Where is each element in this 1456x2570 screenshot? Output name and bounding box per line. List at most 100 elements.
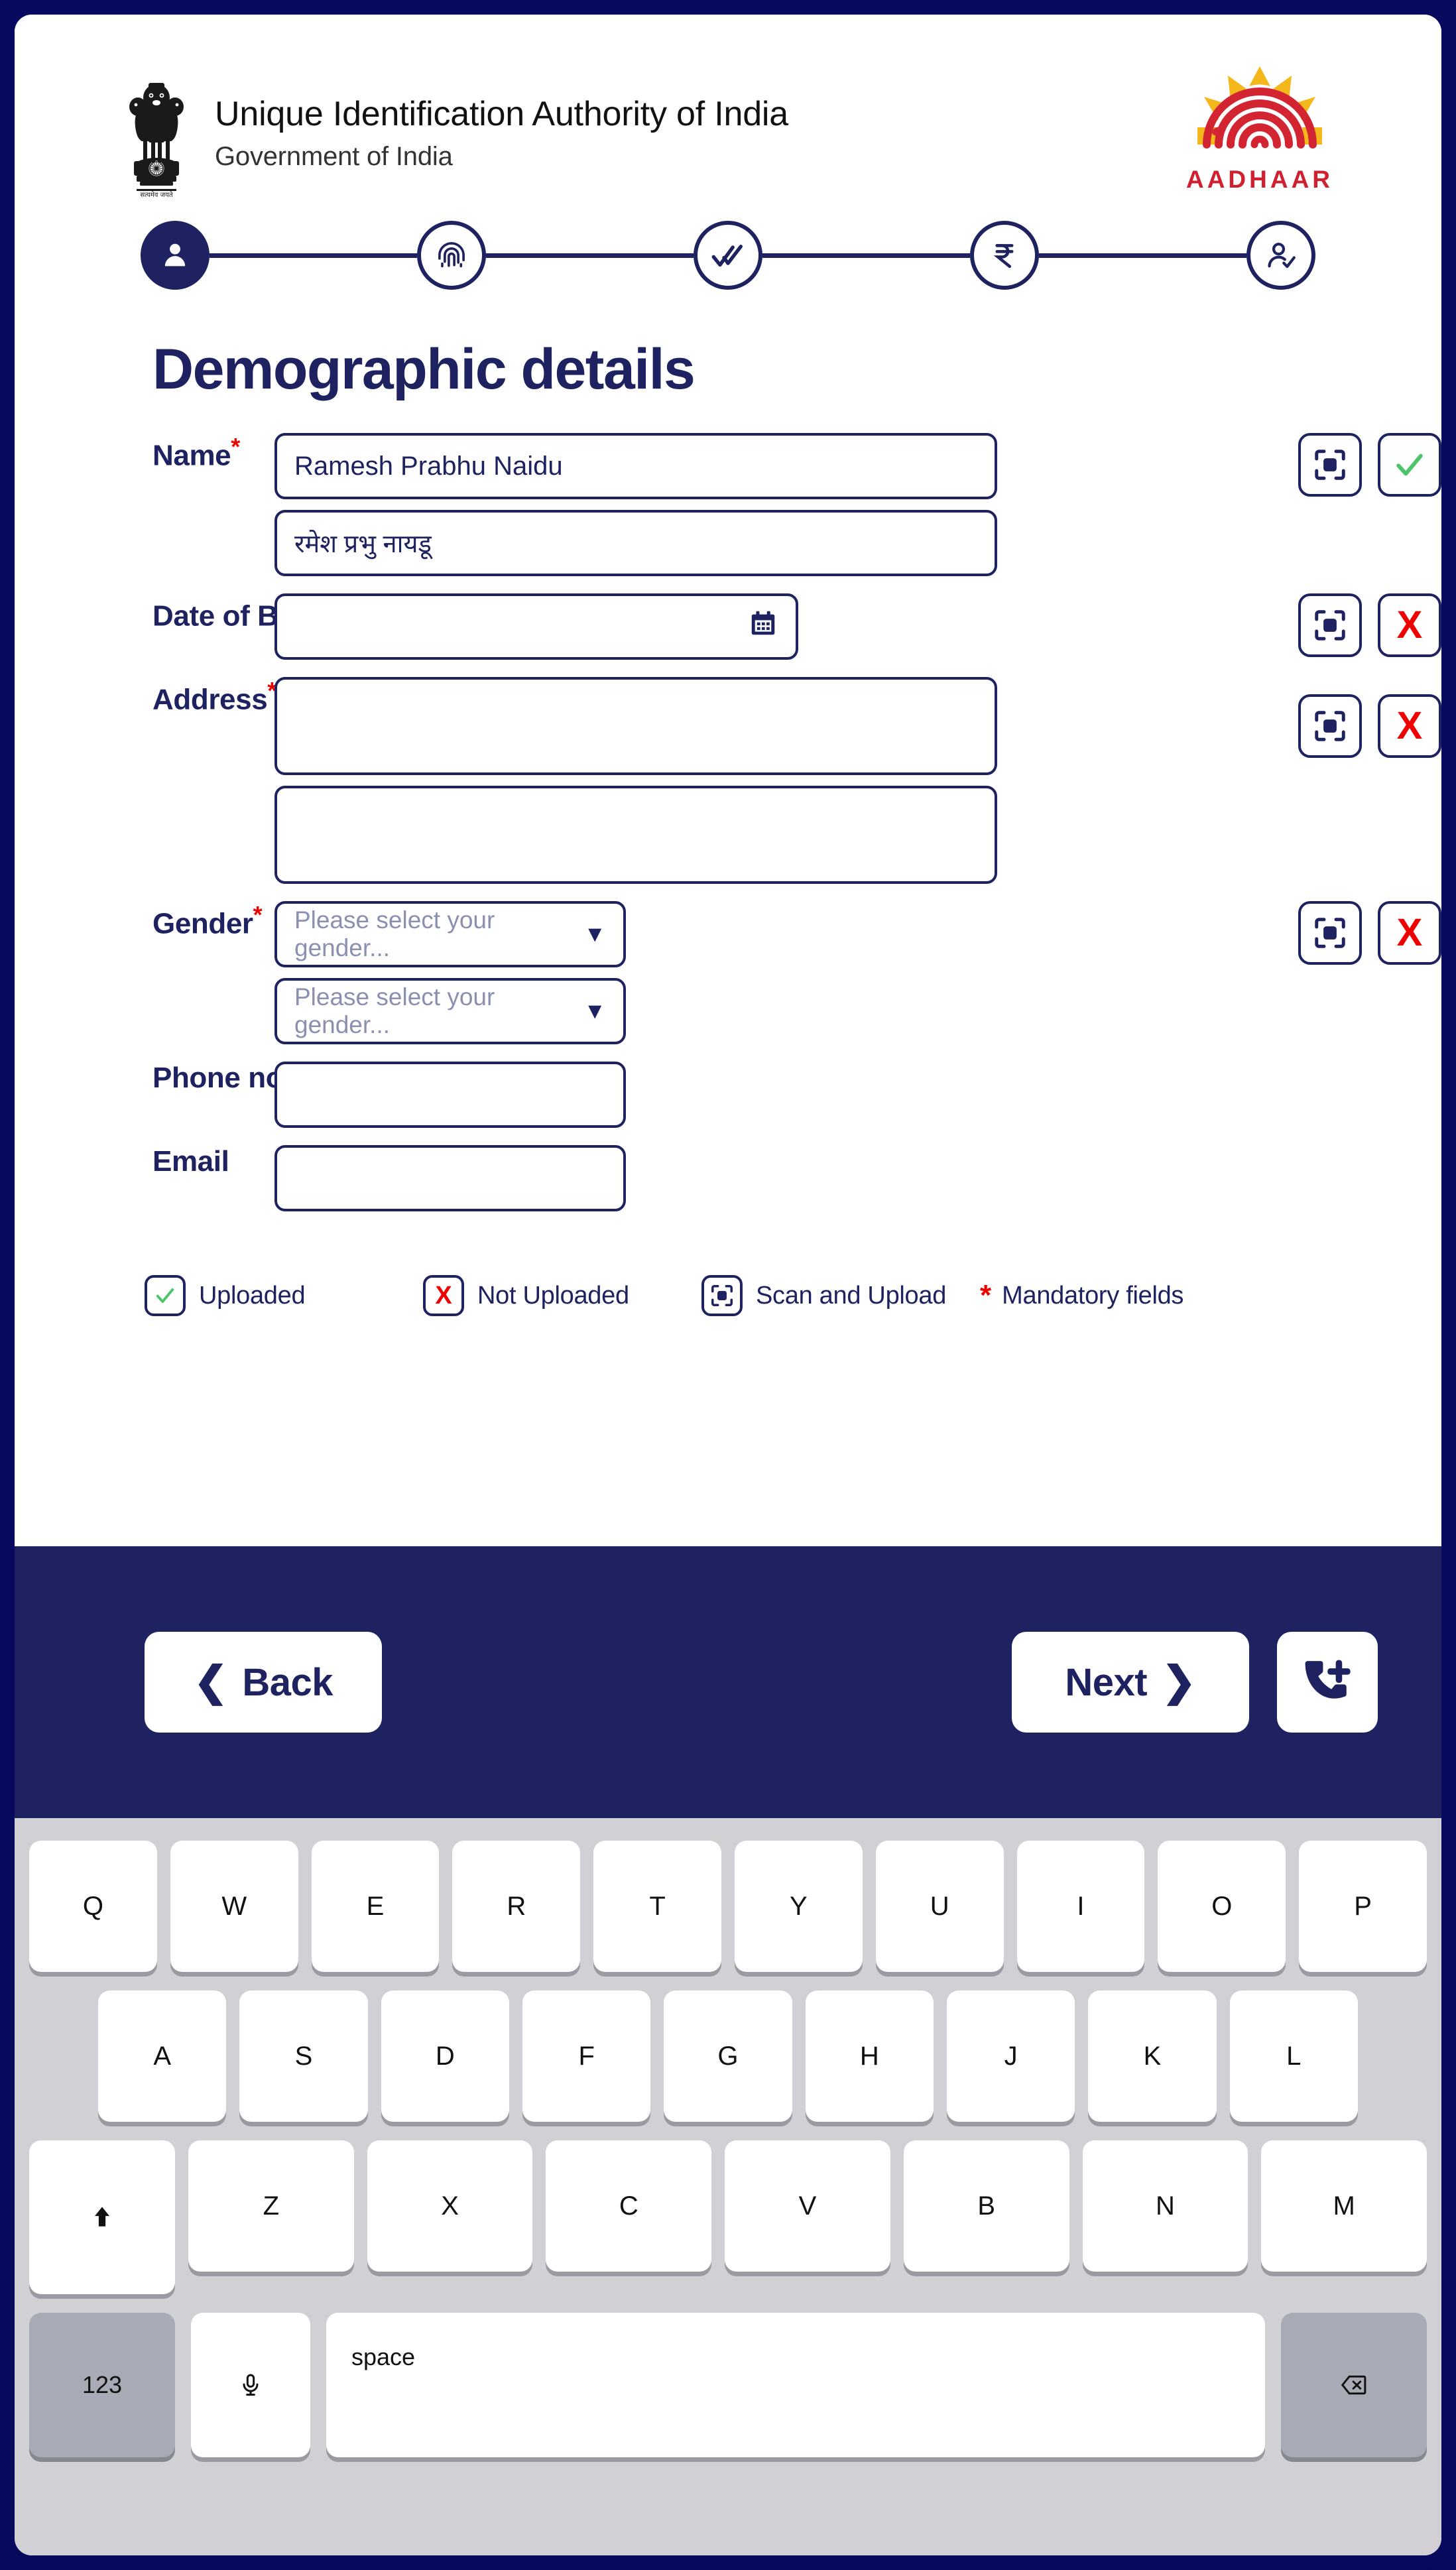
shift-up-icon — [94, 2207, 109, 2227]
address-input-line2[interactable] — [274, 786, 997, 884]
key-w[interactable]: W — [170, 1841, 298, 1972]
step-acknowledgement[interactable] — [1246, 221, 1315, 290]
stepper-connector — [1039, 253, 1246, 258]
device-frame: सत्यमेव जयते Unique Identification Autho… — [0, 0, 1456, 2570]
add-phone-button[interactable] — [1277, 1632, 1378, 1733]
step-demographic-details[interactable] — [141, 221, 210, 290]
email-input[interactable] — [274, 1145, 626, 1211]
key-e[interactable]: E — [311, 1841, 440, 1972]
dob-status-not-uploaded[interactable]: X — [1378, 593, 1441, 657]
calendar-icon[interactable] — [748, 608, 778, 645]
legend-scan-box — [701, 1275, 743, 1316]
rupee-icon — [993, 244, 1014, 269]
form-row-address: Address* X — [15, 677, 1441, 884]
keyboard-row-3: Z X C V B N M — [29, 2140, 1427, 2294]
name-scan-upload-button[interactable] — [1298, 433, 1362, 497]
dob-scan-upload-button[interactable] — [1298, 593, 1362, 657]
chevron-down-icon: ▼ — [583, 999, 606, 1024]
key-j[interactable]: J — [946, 1990, 1075, 2122]
key-i[interactable]: I — [1016, 1841, 1145, 1972]
key-t[interactable]: T — [593, 1841, 721, 1972]
name-status-uploaded[interactable] — [1378, 433, 1441, 497]
backspace-icon — [1341, 2375, 1366, 2395]
key-c[interactable]: C — [546, 2140, 712, 2272]
gender-scan-upload-button[interactable] — [1298, 901, 1362, 965]
legend-item-not-uploaded: X Not Uploaded — [423, 1275, 701, 1316]
app-screen: सत्यमेव जयते Unique Identification Autho… — [15, 15, 1441, 2555]
key-m[interactable]: M — [1261, 2140, 1427, 2272]
org-name-block: Unique Identification Authority of India… — [215, 95, 788, 171]
key-p[interactable]: P — [1299, 1841, 1427, 1972]
gender-status-not-uploaded[interactable]: X — [1378, 901, 1441, 965]
step-verification[interactable] — [694, 221, 762, 290]
key-x[interactable]: X — [367, 2140, 533, 2272]
key-d[interactable]: D — [381, 1990, 509, 2122]
address-scan-upload-button[interactable] — [1298, 694, 1362, 758]
key-z[interactable]: Z — [188, 2140, 354, 2272]
name-label: Name* — [15, 433, 274, 473]
next-button[interactable]: Next ❯ — [1012, 1632, 1249, 1733]
gender-select-primary[interactable]: Please select your gender... ▼ — [274, 901, 626, 967]
scan-and-upload-icon — [1315, 918, 1345, 948]
dob-action-buttons: X — [1298, 593, 1441, 657]
back-button[interactable]: ❮ Back — [145, 1632, 382, 1733]
legend-label-mandatory: Mandatory fields — [1002, 1281, 1184, 1310]
form-row-email: Email — [15, 1145, 1441, 1211]
key-a[interactable]: A — [98, 1990, 227, 2122]
chevron-down-icon: ▼ — [583, 922, 606, 947]
key-v[interactable]: V — [725, 2140, 890, 2272]
aadhaar-wordmark: AADHAAR — [1185, 166, 1334, 193]
stepper-connector — [210, 253, 417, 258]
name-input-latin[interactable]: Ramesh Prabhu Naidu — [274, 433, 997, 499]
key-numbers[interactable]: 123 — [29, 2313, 175, 2457]
page-title: Demographic details — [152, 337, 696, 401]
form-card: सत्यमेव जयते Unique Identification Autho… — [15, 15, 1441, 1546]
email-label-text: Email — [152, 1145, 229, 1178]
key-shift[interactable] — [29, 2140, 175, 2294]
key-k[interactable]: K — [1088, 1990, 1217, 2122]
name-input-devanagari[interactable]: रमेश प्रभु नायडू — [274, 510, 997, 576]
form-row-gender: Gender* Please select your gender... ▼ P… — [15, 901, 1441, 1044]
key-n[interactable]: N — [1082, 2140, 1248, 2272]
keyboard-row-1: Q W E R T Y U I O P — [29, 1841, 1427, 1972]
demographic-form: Name* Ramesh Prabhu Naidu रमेश प्रभु नाय… — [15, 402, 1441, 1211]
phone-input[interactable] — [274, 1062, 626, 1128]
key-u[interactable]: U — [875, 1841, 1004, 1972]
gender-placeholder-secondary: Please select your gender... — [294, 983, 495, 1038]
key-h[interactable]: H — [805, 1990, 934, 2122]
key-f[interactable]: F — [522, 1990, 651, 2122]
app-header: सत्यमेव जयते Unique Identification Autho… — [15, 15, 1441, 200]
key-l[interactable]: L — [1229, 1990, 1358, 2122]
step-biometrics[interactable] — [417, 221, 486, 290]
gender-select-secondary[interactable]: Please select your gender... ▼ — [274, 978, 626, 1044]
gender-fields: Please select your gender... ▼ Please se… — [274, 901, 1441, 1044]
dob-input[interactable] — [274, 593, 798, 660]
gender-label: Gender* — [15, 901, 274, 941]
key-microphone[interactable] — [191, 2313, 310, 2457]
microphone-icon — [243, 2374, 259, 2396]
key-b[interactable]: B — [903, 2140, 1069, 2272]
name-action-buttons — [1298, 433, 1441, 497]
keyboard-row-2: A S D F G H J K L — [29, 1990, 1427, 2122]
key-s[interactable]: S — [239, 1990, 368, 2122]
step-payment[interactable] — [970, 221, 1039, 290]
key-backspace[interactable] — [1281, 2313, 1427, 2457]
legend: Uploaded X Not Uploaded Scan and Upload … — [15, 1275, 1441, 1316]
person-icon — [164, 243, 186, 267]
key-y[interactable]: Y — [735, 1841, 863, 1972]
keyboard-row-4: 123 space — [29, 2313, 1427, 2457]
scan-and-upload-icon — [711, 1285, 733, 1306]
x-icon: X — [1396, 704, 1423, 747]
key-q[interactable]: Q — [29, 1841, 157, 1972]
legend-label-scan-upload: Scan and Upload — [756, 1281, 947, 1310]
key-space[interactable]: space — [326, 2313, 1265, 2457]
address-input-line1[interactable] — [274, 677, 997, 775]
key-o[interactable]: O — [1158, 1841, 1286, 1972]
check-icon — [156, 1288, 174, 1303]
address-status-not-uploaded[interactable]: X — [1378, 694, 1441, 758]
next-button-label: Next — [1065, 1660, 1148, 1704]
form-row-name: Name* Ramesh Prabhu Naidu रमेश प्रभु नाय… — [15, 433, 1441, 576]
legend-x-box: X — [423, 1275, 464, 1316]
key-g[interactable]: G — [664, 1990, 792, 2122]
key-r[interactable]: R — [452, 1841, 581, 1972]
